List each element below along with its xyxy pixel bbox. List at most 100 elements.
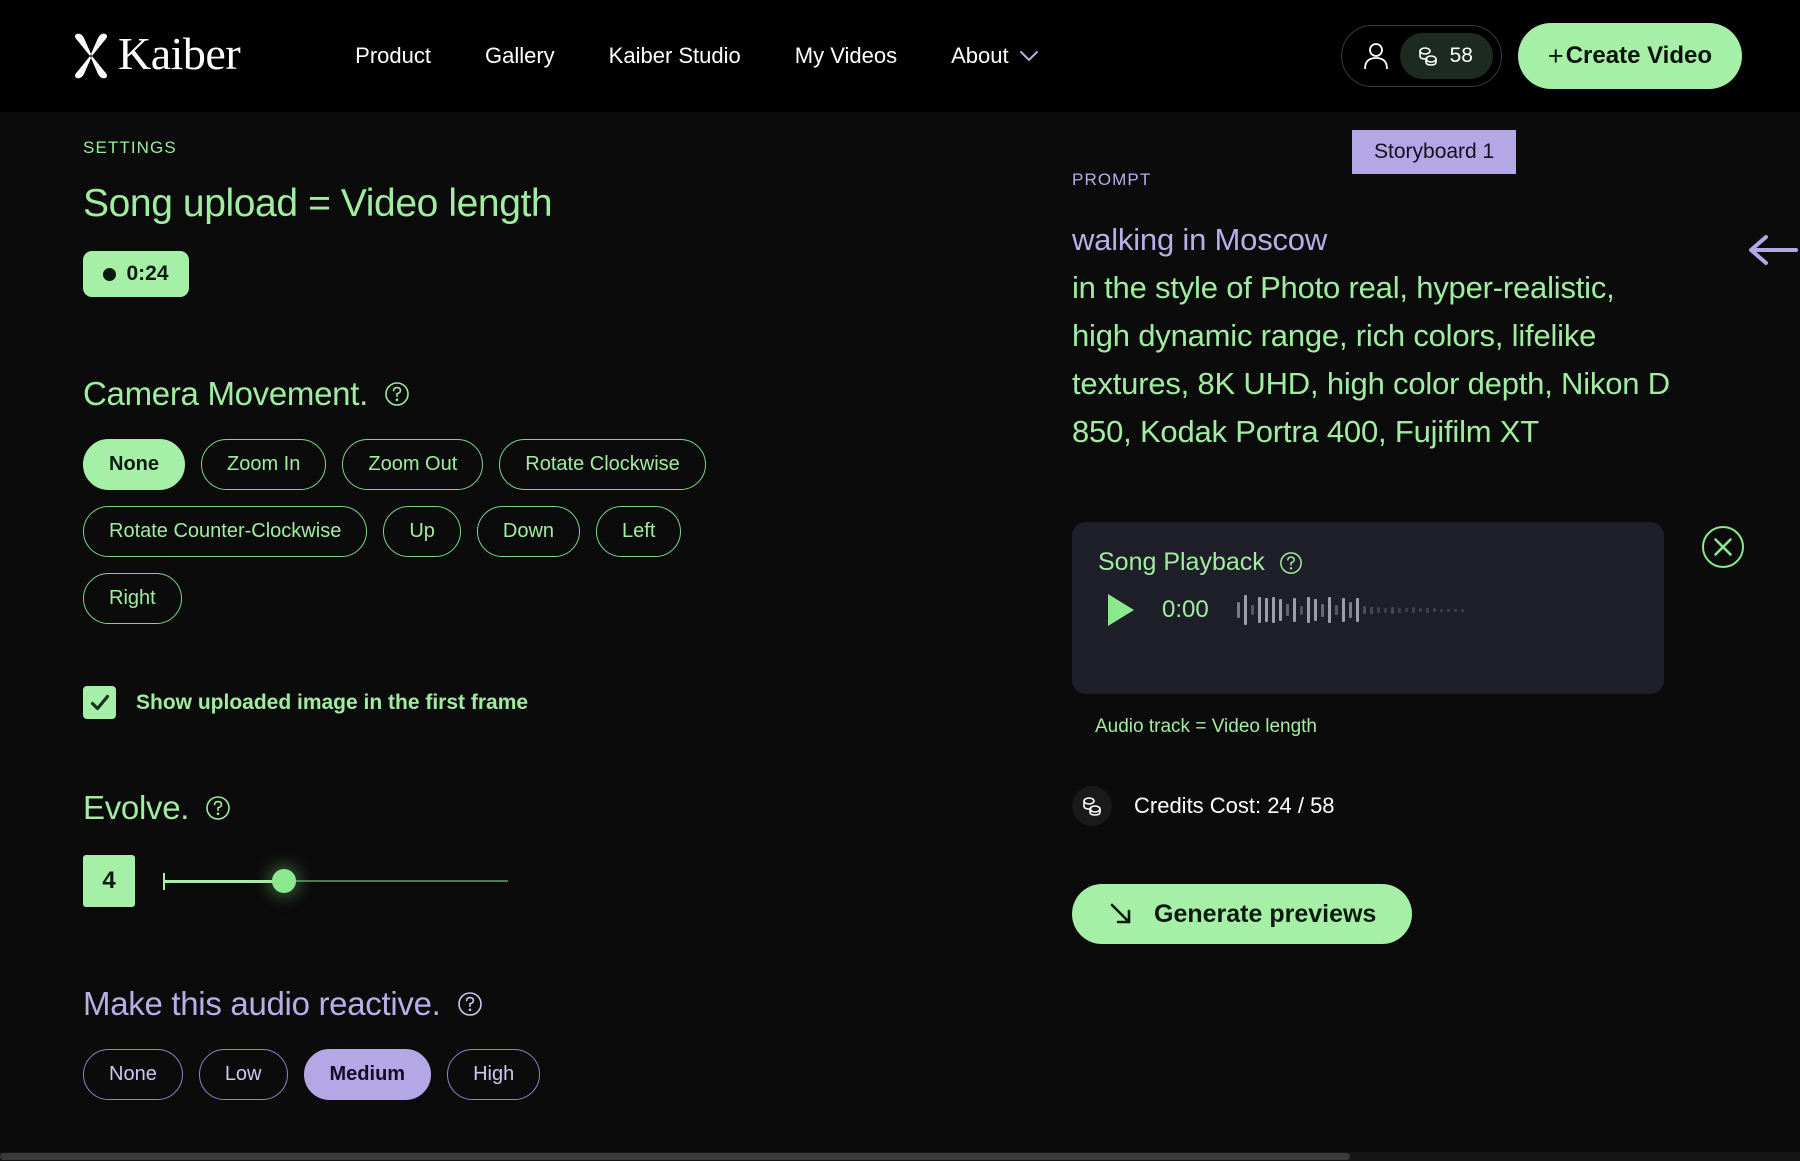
song-playback-card: Song Playback 0:00 [1072, 522, 1664, 694]
waveform-bar [1454, 609, 1457, 612]
slider-start-cap [163, 873, 165, 890]
credits-badge[interactable]: 58 [1400, 33, 1493, 79]
song-playback-row: Song Playback 0:00 [937, 522, 1800, 694]
generate-previews-button[interactable]: Generate previews [1072, 884, 1412, 944]
audio-option-medium[interactable]: Medium [304, 1049, 432, 1100]
show-first-frame-row[interactable]: Show uploaded image in the first frame [83, 686, 937, 719]
waveform-bar [1370, 607, 1373, 614]
waveform-bar [1300, 606, 1303, 615]
nav-item-kaiber-studio[interactable]: Kaiber Studio [582, 35, 768, 77]
question-circle-icon[interactable] [457, 991, 483, 1017]
nav-item-gallery[interactable]: Gallery [458, 35, 582, 77]
audio-option-high[interactable]: High [447, 1049, 540, 1100]
audio-reactive-label: Make this audio reactive. [83, 985, 441, 1023]
waveform-bar [1447, 609, 1450, 612]
camera-option-rotate-counter-clockwise[interactable]: Rotate Counter-Clockwise [83, 506, 367, 557]
waveform-bar [1461, 609, 1464, 612]
main-content: SETTINGS Song upload = Video length 0:24… [0, 112, 1800, 1161]
camera-option-right[interactable]: Right [83, 573, 182, 624]
nav-item-about[interactable]: About [924, 35, 1066, 77]
arrow-left-icon[interactable] [1744, 230, 1800, 270]
nav-label: My Videos [795, 43, 897, 69]
waveform-bar [1377, 607, 1380, 613]
generate-previews-label: Generate previews [1154, 900, 1376, 929]
camera-option-left[interactable]: Left [596, 506, 681, 557]
chevron-down-icon [1019, 50, 1039, 62]
audio-reactive-section: Make this audio reactive. None Low Mediu… [83, 985, 937, 1100]
waveform-bar [1342, 598, 1345, 622]
question-circle-icon[interactable] [1279, 551, 1303, 575]
waveform-bar [1251, 605, 1254, 615]
camera-option-zoom-in[interactable]: Zoom In [201, 439, 326, 490]
camera-option-up[interactable]: Up [383, 506, 461, 557]
waveform-bar [1265, 598, 1268, 622]
credits-cost-row: Credits Cost: 24 / 58 [937, 786, 1800, 826]
waveform-bar [1335, 605, 1338, 615]
camera-movement-section: Camera Movement. None Zoom In Zoom Out R… [83, 375, 937, 624]
settings-eyebrow: SETTINGS [83, 138, 937, 158]
waveform-bar [1419, 608, 1422, 612]
waveform-bar [1307, 597, 1310, 623]
duration-value: 0:24 [126, 262, 168, 286]
waveform-bar [1433, 608, 1436, 612]
evolve-title: Evolve. [83, 789, 937, 827]
waveform-icon[interactable] [1237, 593, 1464, 627]
kaiber-logo[interactable]: Kaiber [70, 33, 240, 79]
waveform-bar [1412, 607, 1415, 613]
waveform-bar [1279, 599, 1282, 621]
audio-option-none[interactable]: None [83, 1049, 183, 1100]
evolve-section: Evolve. 4 [83, 789, 937, 907]
prompt-text[interactable]: walking in Moscowin the style of Photo r… [1072, 216, 1672, 456]
waveform-bar [1426, 608, 1429, 613]
credits-count: 58 [1450, 44, 1473, 68]
settings-heading: Song upload = Video length [83, 182, 937, 226]
storyboard-badge[interactable]: Storyboard 1 [1352, 130, 1516, 174]
create-video-button[interactable]: + Create Video [1518, 23, 1742, 89]
question-circle-icon[interactable] [384, 381, 410, 407]
main-nav: Product Gallery Kaiber Studio My Videos … [328, 35, 1065, 77]
waveform-bar [1314, 599, 1317, 621]
waveform-bar [1363, 606, 1366, 614]
camera-option-zoom-out[interactable]: Zoom Out [342, 439, 483, 490]
play-icon[interactable] [1108, 594, 1134, 626]
credits-cost-text: Credits Cost: 24 / 58 [1134, 793, 1335, 819]
coins-icon [1416, 44, 1440, 68]
question-circle-icon[interactable] [205, 795, 231, 821]
nav-item-product[interactable]: Product [328, 35, 458, 77]
song-playback-label: Song Playback [1098, 548, 1265, 577]
camera-option-rotate-clockwise[interactable]: Rotate Clockwise [499, 439, 706, 490]
slider-track-fill [163, 880, 284, 883]
song-playback-title: Song Playback [1098, 548, 1634, 577]
playback-time: 0:00 [1162, 596, 1209, 624]
waveform-bar [1356, 598, 1359, 622]
scrollbar-thumb[interactable] [0, 1153, 1350, 1160]
waveform-bar [1237, 602, 1240, 618]
waveform-bar [1398, 608, 1401, 613]
create-video-label: Create Video [1566, 42, 1712, 70]
user-icon [1362, 41, 1390, 71]
waveform-bar [1328, 597, 1331, 623]
waveform-bar [1293, 598, 1296, 622]
waveform-bar [1440, 609, 1443, 612]
evolve-slider[interactable] [163, 868, 508, 894]
slider-thumb[interactable] [272, 869, 296, 893]
app-header: Kaiber Product Gallery Kaiber Studio My … [0, 0, 1800, 112]
audio-track-note: Audio track = Video length [937, 716, 1800, 738]
camera-option-down[interactable]: Down [477, 506, 580, 557]
song-playback-controls: 0:00 [1098, 593, 1634, 627]
prompt-pane: Storyboard 1 PROMPT walking in Moscowin … [937, 112, 1800, 1161]
waveform-bar [1286, 604, 1289, 616]
account-credits-pill[interactable]: 58 [1341, 25, 1502, 87]
arrow-down-right-icon [1108, 901, 1134, 927]
close-circle-icon[interactable] [1700, 524, 1746, 570]
audio-option-low[interactable]: Low [199, 1049, 288, 1100]
camera-option-none[interactable]: None [83, 439, 185, 490]
waveform-bar [1321, 604, 1324, 617]
nav-item-my-videos[interactable]: My Videos [768, 35, 924, 77]
kaiber-butterfly-icon [70, 33, 112, 79]
horizontal-scrollbar[interactable] [0, 1152, 1800, 1161]
kaiber-logo-text: Kaiber [118, 31, 240, 77]
prompt-style: in the style of Photo real, hyper-realis… [1072, 270, 1670, 449]
audio-reactive-options: None Low Medium High [83, 1049, 723, 1100]
show-first-frame-checkbox[interactable] [83, 686, 116, 719]
